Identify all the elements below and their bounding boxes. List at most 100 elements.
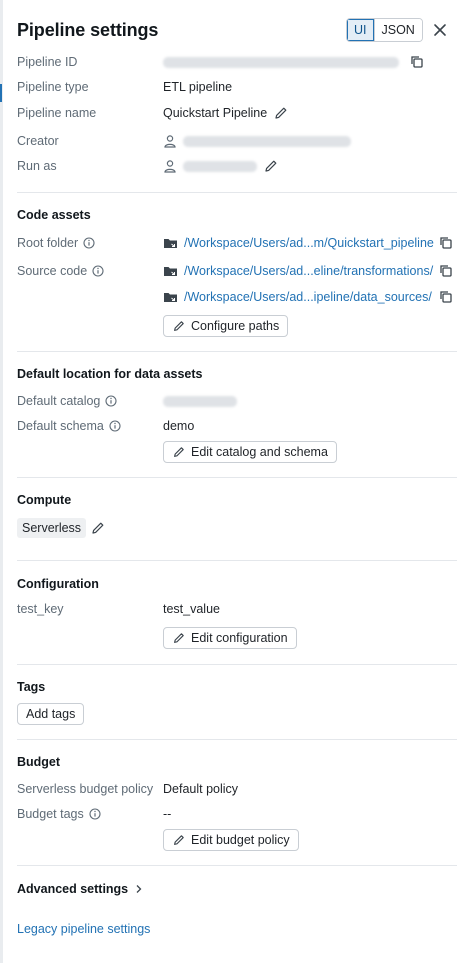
divider — [17, 477, 457, 478]
info-icon[interactable] — [105, 395, 117, 407]
pipeline-type-label: Pipeline type — [17, 80, 89, 94]
budget-title: Budget — [17, 755, 61, 769]
pipeline-id-row: Pipeline ID — [17, 53, 457, 73]
divider — [17, 865, 457, 866]
info-icon[interactable] — [83, 237, 95, 249]
default-schema-label: Default schema — [17, 417, 121, 435]
root-folder-row: Root folder /Workspace/Users/ad...m/Quic… — [17, 234, 457, 254]
source-path-link[interactable]: /Workspace/Users/ad...ipeline/data_sourc… — [184, 290, 432, 304]
copy-source-path-button[interactable] — [438, 289, 454, 305]
legacy-settings-link[interactable]: Legacy pipeline settings — [17, 922, 150, 936]
add-tags-button[interactable]: Add tags — [17, 703, 85, 725]
user-icon — [164, 135, 176, 148]
budget-tags-row: Budget tags -- — [17, 805, 457, 825]
default-catalog-label-text: Default catalog — [17, 394, 101, 408]
pencil-icon — [174, 633, 184, 643]
copy-icon — [411, 56, 423, 68]
source-path-item: /Workspace/Users/ad...eline/transformati… — [163, 262, 433, 280]
chevron-right-icon — [136, 885, 142, 893]
divider — [17, 739, 457, 740]
configuration-title: Configuration — [17, 577, 99, 591]
source-code-label: Source code — [17, 262, 104, 280]
info-icon[interactable] — [89, 808, 101, 820]
advanced-settings-label: Advanced settings — [17, 882, 129, 896]
edit-compute-button[interactable] — [90, 520, 106, 536]
panel-title: Pipeline settings — [17, 20, 159, 40]
budget-tags-label-text: Budget tags — [17, 807, 84, 821]
root-folder-label-text: Root folder — [17, 236, 79, 250]
ui-mode-button[interactable]: UI — [347, 19, 374, 41]
configure-paths-button[interactable]: Configure paths — [163, 315, 289, 337]
configuration-row: test_key test_value — [17, 600, 457, 620]
view-mode-toggle: UI JSON — [346, 18, 423, 42]
pipeline-name-value: Quickstart Pipeline — [163, 104, 289, 122]
edit-catalog-schema-label: Edit catalog and schema — [191, 445, 328, 459]
advanced-settings-toggle[interactable]: Advanced settings — [17, 882, 143, 896]
copy-icon — [440, 265, 452, 277]
pipeline-id-value — [163, 53, 399, 71]
edit-catalog-schema-button[interactable]: Edit catalog and schema — [163, 441, 337, 463]
edit-configuration-label: Edit configuration — [191, 631, 288, 645]
default-schema-label-text: Default schema — [17, 419, 104, 433]
pencil-icon — [275, 107, 287, 119]
tags-title: Tags — [17, 680, 46, 694]
edit-run-as-button[interactable] — [263, 158, 279, 174]
panel-header: Pipeline settings UI JSON — [17, 18, 457, 44]
budget-policy-row: Serverless budget policy Default policy — [17, 780, 457, 800]
pencil-icon — [92, 522, 104, 534]
edit-budget-policy-label: Edit budget policy — [191, 833, 290, 847]
close-button[interactable] — [430, 20, 450, 40]
pencil-icon — [174, 835, 184, 845]
copy-root-folder-button[interactable] — [438, 235, 454, 251]
pencil-icon — [174, 447, 184, 457]
divider — [17, 192, 457, 193]
copy-icon — [440, 291, 452, 303]
default-schema-row: Default schema demo — [17, 417, 457, 437]
creator-value — [163, 132, 351, 150]
pipeline-settings-panel: Pipeline settings UI JSON Pipeline ID Pi… — [3, 0, 469, 963]
root-folder-link[interactable]: /Workspace/Users/ad...m/Quickstart_pipel… — [184, 236, 434, 250]
pipeline-name-label: Pipeline name — [17, 106, 97, 120]
pipeline-id-label: Pipeline ID — [17, 55, 78, 69]
folder-icon — [164, 293, 177, 302]
pencil-icon — [265, 160, 277, 172]
creator-row: Creator — [17, 132, 457, 152]
configuration-key: test_key — [17, 602, 64, 616]
divider — [17, 351, 457, 352]
source-code-row-2: /Workspace/Users/ad...ipeline/data_sourc… — [17, 288, 457, 308]
edit-budget-policy-button[interactable]: Edit budget policy — [163, 829, 299, 851]
configuration-value: test_value — [163, 602, 220, 616]
default-catalog-label: Default catalog — [17, 392, 117, 410]
source-path-link[interactable]: /Workspace/Users/ad...eline/transformati… — [184, 264, 433, 278]
info-icon[interactable] — [92, 265, 104, 277]
divider — [17, 560, 457, 561]
background-selection-marker — [0, 84, 2, 102]
pencil-icon — [174, 321, 184, 331]
budget-policy-label: Serverless budget policy — [17, 782, 154, 796]
edit-pipeline-name-button[interactable] — [273, 105, 289, 121]
info-icon[interactable] — [109, 420, 121, 432]
pipeline-name-text: Quickstart Pipeline — [163, 106, 268, 120]
configure-paths-label: Configure paths — [191, 319, 280, 333]
json-mode-button[interactable]: JSON — [373, 19, 422, 41]
source-path-item: /Workspace/Users/ad...ipeline/data_sourc… — [163, 288, 432, 306]
folder-icon — [164, 239, 177, 248]
run-as-row: Run as — [17, 157, 457, 177]
creator-label: Creator — [17, 134, 59, 148]
run-as-value — [163, 157, 279, 175]
copy-source-path-button[interactable] — [438, 263, 454, 279]
code-assets-title: Code assets — [17, 208, 91, 222]
root-folder-value: /Workspace/Users/ad...m/Quickstart_pipel… — [163, 234, 434, 252]
pipeline-type-value: ETL pipeline — [163, 80, 233, 94]
folder-icon — [164, 267, 177, 276]
copy-icon — [440, 237, 452, 249]
pipeline-type-row: Pipeline type ETL pipeline — [17, 78, 457, 98]
default-catalog-row: Default catalog — [17, 392, 457, 412]
edit-configuration-button[interactable]: Edit configuration — [163, 627, 297, 649]
budget-tags-value: -- — [163, 807, 172, 821]
copy-pipeline-id-button[interactable] — [409, 54, 425, 70]
user-icon — [164, 160, 176, 173]
budget-tags-label: Budget tags — [17, 805, 101, 823]
budget-policy-value: Default policy — [163, 782, 239, 796]
root-folder-label: Root folder — [17, 234, 95, 252]
